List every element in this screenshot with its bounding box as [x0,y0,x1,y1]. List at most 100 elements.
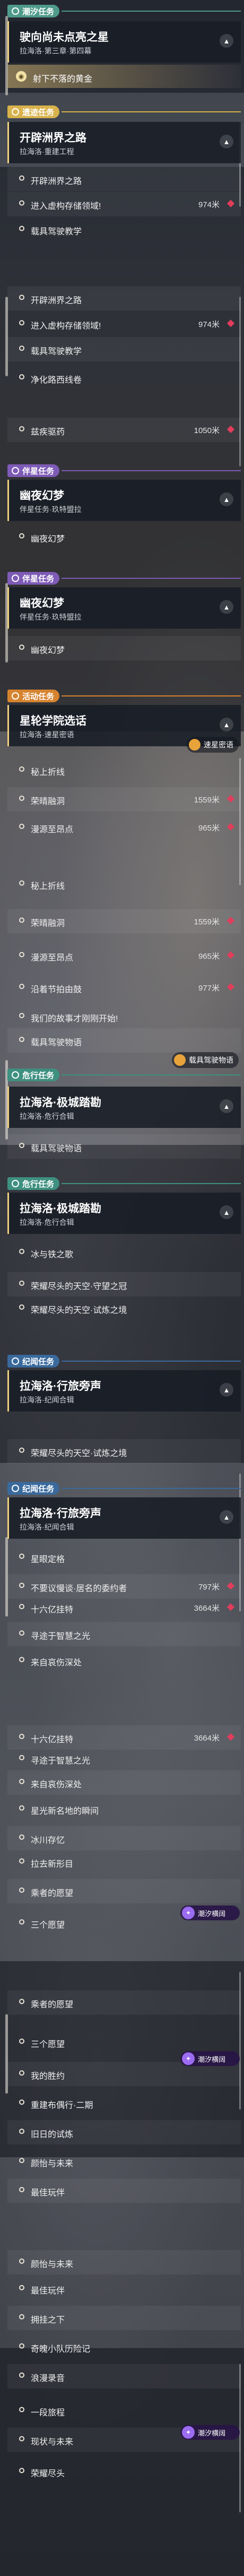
task-step-item[interactable]: 拥挂之下 [7,2306,241,2330]
task-step-item[interactable]: 我们的故事才刚刚开始! [7,1004,241,1029]
collapse-icon[interactable]: ▲ [220,492,233,506]
task-step-item[interactable]: 一段旅程 [7,2398,241,2423]
quest-subtitle: 伴星任务·玖特盟拉 [20,613,82,621]
section-tag[interactable]: 伴星任务 [7,464,60,477]
task-step-item[interactable]: 载具驾驶物语 [7,1134,241,1159]
step-circle-icon [19,1919,24,1925]
step-label: 现状与未来 [31,2438,74,2447]
task-step-item[interactable]: 荣耀尽头的天空·试炼之境 [7,1296,241,1320]
task-step-item[interactable]: 来自哀伤深处 [7,1770,241,1795]
quest-card[interactable]: 拉海洛·极城踏勘 拉海洛·危行合辑 ▲ [7,1193,241,1234]
section-header: 活动任务 [7,689,241,703]
step-label: 荣耀尽头的天空·试炼之境 [31,1306,127,1315]
task-step-item[interactable]: 旧日的试炼 [7,2120,241,2145]
task-step-item[interactable]: 最佳玩伴 [7,2178,241,2203]
quest-card[interactable]: 驶向尚未点亮之星 拉海洛·第三章·第四幕 ▲ [7,21,241,63]
section-tag[interactable]: 危行任务 [7,1069,60,1081]
task-step-item[interactable]: 沿着节拍由鼓 977米 [7,975,241,1000]
task-step-item[interactable]: 星眼定格 [7,1545,241,1569]
step-label: 星光新名地的瞬间 [31,1807,99,1816]
collapse-icon[interactable]: ▲ [220,34,233,48]
step-circle-icon [19,2407,24,2412]
task-step-item[interactable]: 漫源至昂点 965米 [7,943,241,968]
tooltip-chip[interactable]: 载具驾驶物语 [172,1052,239,1068]
task-step-item[interactable]: 寻途于智慧之光 [7,1622,241,1646]
collapse-icon[interactable]: ▲ [220,135,233,148]
quest-card[interactable]: 幽夜幻梦 伴星任务·玖特盟拉 ▲ [7,587,241,629]
step-label: 开辟洲界之路 [31,177,82,186]
task-step-item[interactable]: 兹疾驱药 1050米 [7,418,241,442]
task-step-item[interactable]: 奇魄小队历险记 [7,2335,241,2359]
task-icon [12,1485,19,1492]
task-step-item[interactable]: 开辟洲界之路 [7,286,241,311]
collapse-icon[interactable]: ▲ [220,1099,233,1113]
task-step-item[interactable]: 乘者的愿望 [7,1990,241,2015]
task-step-item[interactable]: 颜怡与未来 [7,2149,241,2174]
task-step-item[interactable]: 最佳玩伴 [7,2277,241,2301]
section-tag[interactable]: 遗迹任务 [7,105,60,118]
collapse-icon[interactable]: ▲ [220,1205,233,1219]
task-step-item[interactable]: 进入虚构存储领域! 974米 [7,312,241,336]
collapse-icon[interactable]: ▲ [220,1510,233,1524]
event-badge[interactable]: ✦ 潮汐横阔 [180,2051,240,2066]
section-tag[interactable]: 伴星任务 [7,572,60,585]
step-label: 载具驾驶物语 [31,1144,82,1153]
task-step-item[interactable]: 荣耀尽头 [7,2459,241,2484]
quest-subtitle: 伴星任务·玖特盟拉 [20,505,82,514]
step-label: 净化路西线卷 [31,376,82,385]
step-circle-icon [19,952,24,957]
collapse-icon[interactable]: ▲ [220,1383,233,1397]
step-label: 漫源至昂点 [31,954,74,963]
event-badge[interactable]: ✦ 潮汐横阔 [180,1905,240,1920]
quest-card[interactable]: 幽夜幻梦 伴星任务·玖特盟拉 ▲ [7,480,241,521]
task-step-item[interactable]: 进入虚构存储领域! 974米 [7,192,241,216]
task-step-item[interactable]: 十六亿挂特 3664米 [7,1595,241,1620]
task-step-item[interactable]: 幽夜幻梦 [7,636,241,660]
step-label: 三个愿望 [31,2040,65,2049]
current-objective[interactable]: ◉ 射下不落的黄金 [7,65,241,88]
task-step-item[interactable]: 净化路西线卷 [7,366,241,390]
task-step-item[interactable]: 寻途于智慧之光 [7,1746,241,1771]
task-step-item[interactable]: 浪漫录音 [7,2364,241,2388]
task-step-item[interactable]: 载具驾驶教学 [7,337,241,361]
task-step-item[interactable]: 载具驾驶物语 [7,1028,241,1053]
task-step-item[interactable]: 颜怡与未来 [7,2250,241,2274]
task-step-item[interactable]: 秘上折线 [7,872,241,896]
task-step-item[interactable]: 秘上折线 [7,758,241,782]
waypoint-marker-icon [226,916,235,925]
task-step-item[interactable]: 冰川存忆 [7,1826,241,1850]
step-circle-icon [19,1779,24,1784]
task-step-item[interactable]: 开辟洲界之路 [7,167,241,191]
task-step-item[interactable]: 来自哀伤深处 [7,1648,241,1673]
task-step-item[interactable]: 漫源至昂点 965米 [7,815,241,840]
task-step-item[interactable]: 荣耀尽头的天空·试炼之境 [7,1439,241,1463]
task-step-item[interactable]: 星光新名地的瞬间 [7,1797,241,1821]
task-step-item[interactable]: 载具驾驶教学 [7,217,241,242]
task-step-item[interactable]: 荣晴融洞 1559米 [7,787,241,811]
task-step-item[interactable]: 重建布偶行·二期 [7,2091,241,2115]
section-tag[interactable]: 纪闻任务 [7,1355,60,1368]
section-tag-label: 纪闻任务 [22,1357,55,1366]
collapse-icon[interactable]: ▲ [220,600,233,614]
tooltip-chip[interactable]: 速星密语 [187,737,239,753]
task-step-item[interactable]: 拉去新形目 [7,1850,241,1874]
step-circle-icon [19,2436,24,2441]
task-step-item[interactable]: 乘者的愿望 [7,1879,241,1903]
section-tag[interactable]: 活动任务 [7,690,60,702]
section-tag[interactable]: 纪闻任务 [7,1482,60,1495]
step-label: 重建布偶行·二期 [31,2101,93,2110]
collapse-icon[interactable]: ▲ [220,718,233,731]
task-step-item[interactable]: 幽夜幻梦 [7,525,241,549]
quest-card[interactable]: 拉海洛·行旅旁声 拉海洛·纪闻合辑 ▲ [7,1497,241,1539]
event-badge[interactable]: ✦ 潮汐横阔 [180,2425,240,2440]
quest-card[interactable]: 拉海洛·行旅旁声 拉海洛·纪闻合辑 ▲ [7,1370,241,1411]
task-step-item[interactable]: 荣晴融洞 1559米 [7,909,241,933]
step-circle-icon [19,200,24,206]
section-tag[interactable]: 危行任务 [7,1177,60,1190]
quest-card[interactable]: 开辟洲界之路 拉海洛·重建工程 ▲ [7,122,241,163]
section-tag[interactable]: 潮汐任务 [7,5,60,17]
task-step-item[interactable]: 荣耀尽头的天空·守望之冠 [7,1272,241,1296]
tide-icon: ✦ [182,2426,195,2439]
task-step-item[interactable]: 冰与铁之歌 [7,1240,241,1265]
quest-card[interactable]: 拉海洛·极城踏勘 拉海洛·危行合辑 ▲ [7,1087,241,1128]
